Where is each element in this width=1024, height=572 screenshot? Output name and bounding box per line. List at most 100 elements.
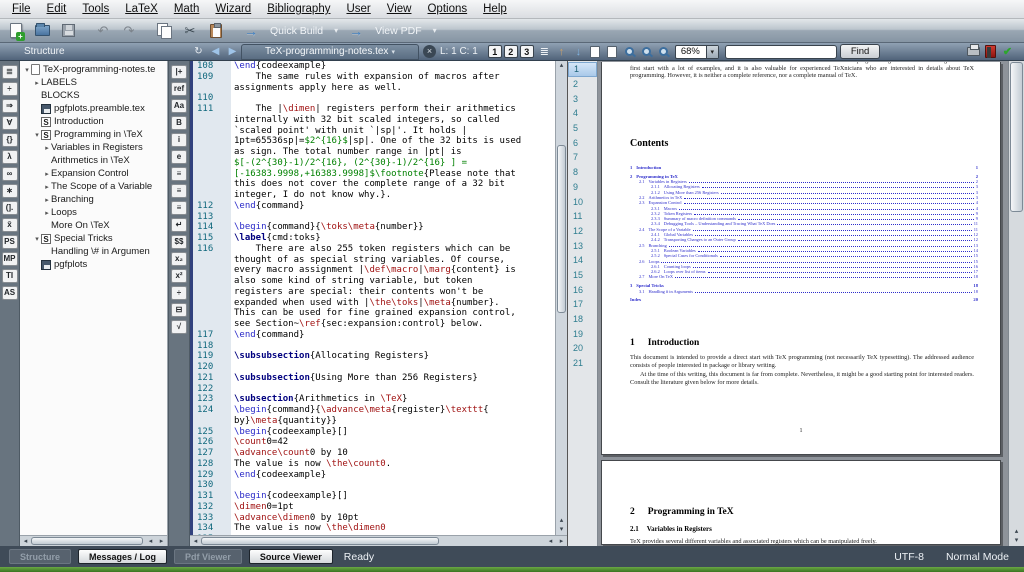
pdf-page-list-item-7[interactable]: 7 bbox=[568, 150, 597, 165]
scroll-left-icon[interactable]: ◂ bbox=[190, 537, 201, 546]
align-center-icon[interactable]: ≡ bbox=[171, 184, 187, 198]
code-line[interactable]: 114 \begin{command}{\toks\meta{number}} bbox=[193, 222, 555, 233]
pdf-page-list-item-12[interactable]: 12 bbox=[568, 224, 597, 239]
scroll-up-icon[interactable]: ▴ bbox=[556, 61, 567, 70]
asymptote-icon[interactable]: AS bbox=[1, 286, 18, 300]
spellcheck-button[interactable]: ✔ bbox=[999, 44, 1016, 59]
reload-document-button[interactable]: ↻ bbox=[190, 44, 207, 59]
pdf-page-list-item-11[interactable]: 11 bbox=[568, 209, 597, 224]
pdf-page-list-item-4[interactable]: 4 bbox=[568, 106, 597, 121]
delimiters-icon[interactable]: {} bbox=[1, 133, 18, 147]
relation-symbols-icon[interactable]: ÷ bbox=[1, 82, 18, 96]
view-pdf-label[interactable]: View PDF bbox=[371, 25, 426, 37]
tree-item-arithmetics-in-tex[interactable]: Arithmetics in \TeX bbox=[20, 154, 167, 167]
bold-icon[interactable]: B bbox=[171, 116, 187, 130]
tree-item-variables-in-registers[interactable]: ▸ Variables in Registers bbox=[20, 141, 167, 154]
code-line[interactable]: 122 bbox=[193, 384, 555, 395]
editor-vscrollbar[interactable]: ▴ ▴ ▾ bbox=[555, 61, 567, 535]
paste-button[interactable] bbox=[205, 21, 227, 41]
code-line[interactable]: 112 \end{command} bbox=[193, 201, 555, 212]
tikz-icon[interactable]: TI bbox=[1, 269, 18, 283]
pdf-page-list-item-16[interactable]: 16 bbox=[568, 282, 597, 297]
zoom-level-combo[interactable]: 68% ▾ bbox=[674, 44, 719, 59]
scroll-up-icon[interactable]: ▴ bbox=[1009, 527, 1024, 536]
code-line[interactable]: 121 \subsubsection{Using More than 256 Re… bbox=[193, 373, 555, 384]
statusbar-source-viewer-button[interactable]: Source Viewer bbox=[248, 549, 333, 564]
statusbar-pdf-viewer-button[interactable]: Pdf Viewer bbox=[174, 549, 242, 564]
code-area[interactable]: 108 \end{codeexample} 109 The same rules w… bbox=[190, 61, 555, 535]
italic-icon[interactable]: i bbox=[171, 133, 187, 147]
save-button[interactable] bbox=[57, 21, 79, 41]
copy-button[interactable] bbox=[153, 21, 175, 41]
scroll-up-icon[interactable]: ▴ bbox=[556, 516, 567, 525]
scroll-right-icon[interactable]: ▸ bbox=[556, 537, 567, 546]
favourite-symbols-icon[interactable]: ∗ bbox=[1, 184, 18, 198]
tree-item-tex-programming-notes-te[interactable]: ▾ TeX-programming-notes.te bbox=[20, 63, 167, 76]
pdf-page-list-item-10[interactable]: 10 bbox=[568, 194, 597, 209]
previous-document-button[interactable]: ◀ bbox=[207, 44, 224, 59]
quick-build-caret-icon[interactable]: ▾ bbox=[331, 26, 341, 35]
expander-closed-icon[interactable]: ▸ bbox=[43, 144, 51, 152]
pdf-layout-1-button[interactable]: 1 bbox=[487, 45, 502, 58]
pdf-page-list-item-6[interactable]: 6 bbox=[568, 135, 597, 150]
pstricks-icon[interactable]: PS bbox=[1, 235, 18, 249]
toc-entry[interactable]: 3.1 Handling # in Arguments 18 bbox=[630, 289, 978, 294]
pdf-page-list-item-8[interactable]: 8 bbox=[568, 165, 597, 180]
superscript-icon[interactable]: x² bbox=[171, 269, 187, 283]
scroll-down-icon[interactable]: ▾ bbox=[1009, 536, 1024, 545]
code-line[interactable]: 130 bbox=[193, 480, 555, 491]
pdf-page-list-item-18[interactable]: 18 bbox=[568, 312, 597, 327]
view-pdf-caret-icon[interactable]: ▾ bbox=[430, 26, 440, 35]
tree-item-more-on-tex[interactable]: More On \TeX bbox=[20, 219, 167, 232]
code-line[interactable]: 119 \subsubsection{Allocating Registers} bbox=[193, 351, 555, 362]
find-button[interactable]: Find bbox=[839, 44, 881, 59]
quick-build-label[interactable]: Quick Build bbox=[266, 25, 327, 37]
run-view-pdf-button[interactable]: → bbox=[345, 21, 367, 41]
code-line[interactable]: 125 \begin{codeexample}[] bbox=[193, 427, 555, 438]
pdf-page-list-item-13[interactable]: 13 bbox=[568, 238, 597, 253]
menu-options[interactable]: Options bbox=[419, 3, 475, 15]
original-size-button[interactable] bbox=[655, 44, 672, 59]
code-line[interactable]: 134 The value is now \the\dimen0 bbox=[193, 523, 555, 534]
expander-closed-icon[interactable]: ▸ bbox=[43, 209, 51, 217]
label-ref-icon[interactable]: ref bbox=[171, 82, 187, 96]
tree-item-handling-in-argumen[interactable]: Handling \# in Argumen bbox=[20, 245, 167, 258]
menu-math[interactable]: Math bbox=[166, 3, 208, 15]
open-file-button[interactable] bbox=[31, 21, 53, 41]
pdf-layout-2-button[interactable]: 2 bbox=[503, 45, 518, 58]
external-pdf-viewer-button[interactable] bbox=[982, 44, 999, 59]
tree-item-programming-in-tex[interactable]: ▾ S Programming in \TeX bbox=[20, 128, 167, 141]
code-line[interactable]: 109 The same rules with expansion of mac… bbox=[193, 72, 555, 94]
insert-icon[interactable]: |+ bbox=[171, 65, 187, 79]
code-line[interactable]: 116 There are also 255 token registers w… bbox=[193, 244, 555, 330]
subscript-icon[interactable]: x₂ bbox=[171, 252, 187, 266]
pdf-page-1[interactable]: This document contains notes which are i… bbox=[601, 62, 1001, 455]
code-line[interactable]: 113 bbox=[193, 212, 555, 223]
statusbar-structure-button[interactable]: Structure bbox=[9, 549, 72, 564]
pdf-vscrollbar[interactable]: ▴ ▾ bbox=[1008, 61, 1024, 546]
code-line[interactable]: 118 bbox=[193, 341, 555, 352]
close-tab-button[interactable]: × bbox=[423, 45, 436, 58]
structure-tab-icon[interactable]: ≣ bbox=[1, 65, 18, 79]
tree-item-pgfplots[interactable]: pgfplots bbox=[20, 258, 167, 271]
tree-item-the-scope-of-a-variable[interactable]: ▸ The Scope of a Variable bbox=[20, 180, 167, 193]
font-size-icon[interactable]: Aa bbox=[171, 99, 187, 113]
zoom-out-button[interactable] bbox=[621, 44, 638, 59]
sqrt-icon[interactable]: √ bbox=[171, 320, 187, 334]
pdf-layout-3-button[interactable]: 3 bbox=[519, 45, 534, 58]
left-delimiters-icon[interactable]: (]. bbox=[1, 201, 18, 215]
tree-item-labels[interactable]: ▸ LABELS bbox=[20, 76, 167, 89]
continuous-mode-button[interactable]: ≣ bbox=[536, 44, 553, 59]
pdf-page-list-item-21[interactable]: 21 bbox=[568, 356, 597, 371]
cut-button[interactable]: ✂ bbox=[179, 21, 201, 41]
previous-page-button[interactable]: ↑ bbox=[553, 44, 570, 59]
expander-closed-icon[interactable]: ▸ bbox=[43, 196, 51, 204]
tab-tex-programming-notes[interactable]: TeX-programming-notes.tex ▾ bbox=[241, 43, 419, 60]
tree-item-branching[interactable]: ▸ Branching bbox=[20, 193, 167, 206]
statusbar-messages-log-button[interactable]: Messages / Log bbox=[78, 549, 168, 564]
pdf-page-2[interactable]: 2 Programming in TeX 2.1 Variables in Regi… bbox=[601, 460, 1001, 545]
code-line[interactable]: 128 The value is now \the\count0. bbox=[193, 459, 555, 470]
misc-symbols-icon[interactable]: ∀ bbox=[1, 116, 18, 130]
code-line[interactable]: 117 \end{command} bbox=[193, 330, 555, 341]
menu-latex[interactable]: LaTeX bbox=[117, 3, 166, 15]
